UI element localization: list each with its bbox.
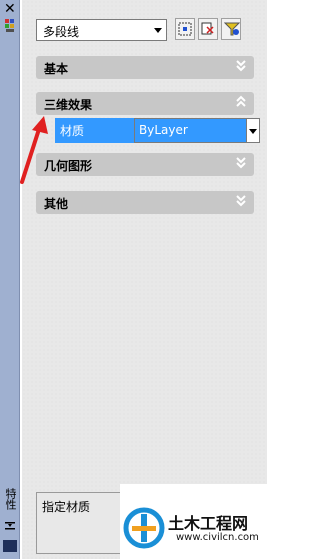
double-chevron-down-icon: [236, 195, 246, 207]
property-name: 材质: [60, 124, 85, 138]
property-row-material[interactable]: 材质 ByLayer: [36, 118, 260, 143]
palette-title-strip: ✕ 特性: [0, 0, 20, 559]
section-header-3d-effects[interactable]: 三维效果: [36, 92, 254, 115]
select-objects-icon: [201, 22, 214, 35]
watermark-url: www.civilcn.com: [176, 532, 259, 543]
toggle-pickadd-button[interactable]: [221, 18, 241, 40]
description-text: 指定材质: [42, 500, 91, 514]
quick-select-button[interactable]: [175, 18, 195, 40]
quick-select-icon: [178, 22, 192, 36]
watermark-logo: 土木工程网 www.civilcn.com: [120, 484, 267, 559]
auto-hide-icon[interactable]: [4, 18, 16, 34]
section-header-geometry[interactable]: 几何图形: [36, 153, 254, 176]
logo-mark-icon: [123, 507, 165, 549]
double-chevron-down-icon: [236, 157, 246, 169]
toggle-pickadd-icon: [224, 22, 240, 36]
property-value-field[interactable]: ByLayer: [134, 118, 247, 143]
chevron-down-icon: [249, 129, 257, 134]
object-type-value: 多段线: [43, 25, 80, 39]
watermark-brand: 土木工程网: [168, 514, 249, 533]
annotation-arrow-icon: [20, 116, 48, 184]
palette-title: 特性: [4, 488, 17, 510]
section-label: 其他: [44, 197, 69, 211]
chevron-down-icon: [154, 28, 162, 33]
select-objects-button[interactable]: [198, 18, 218, 40]
double-chevron-up-icon: [236, 95, 246, 107]
object-type-select[interactable]: 多段线: [36, 19, 167, 41]
section-header-basic[interactable]: 基本: [36, 56, 254, 79]
properties-toolbar: 多段线: [36, 18, 250, 44]
property-value: ByLayer: [139, 123, 188, 137]
property-name-cell[interactable]: 材质: [55, 118, 134, 143]
palette-list-icon[interactable]: [3, 540, 17, 552]
close-icon[interactable]: ✕: [4, 2, 16, 16]
double-chevron-down-icon: [236, 60, 246, 72]
properties-menu-icon[interactable]: [4, 520, 16, 532]
section-label: 三维效果: [44, 98, 93, 112]
section-header-misc[interactable]: 其他: [36, 191, 254, 214]
property-dropdown-button[interactable]: [246, 118, 260, 143]
properties-palette: 多段线 基本 三维效果 材质 ByLayer 几何图形 其他 指定材质 土木工程…: [22, 0, 267, 559]
section-label: 基本: [44, 62, 69, 76]
